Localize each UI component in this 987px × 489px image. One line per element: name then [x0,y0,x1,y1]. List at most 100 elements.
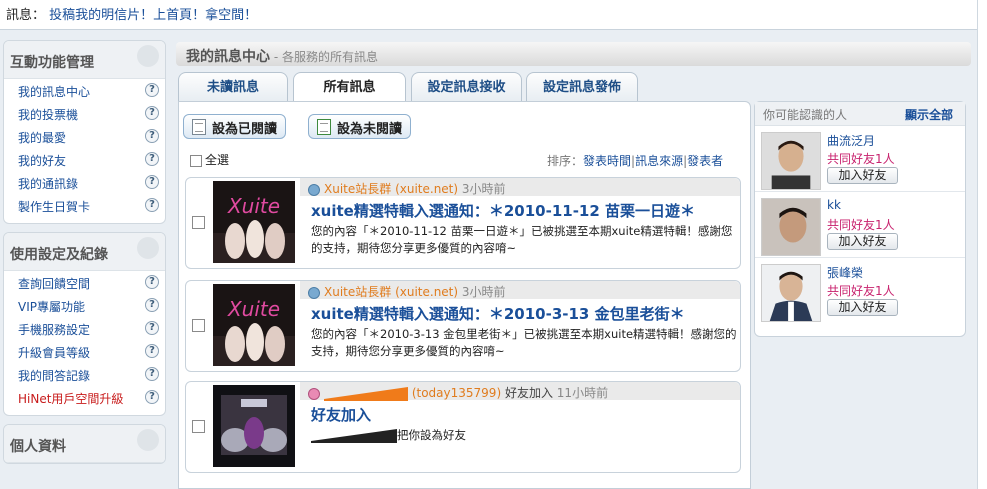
message-time: 3小時前 [461,285,506,299]
sidebar-section-title: 使用設定及紀錄 [4,233,165,271]
sidebar-link[interactable]: 我的好友 [18,154,66,168]
friend-suggestion: 曲流泛月 共同好友1人 加入好友 [755,126,965,192]
sidebar-item-qa-records[interactable]: 我的問答記錄? [4,363,165,386]
mutual-friends[interactable]: 共同好友1人 [827,216,895,233]
add-friend-button[interactable]: 加入好友 [827,299,898,316]
message-checkbox[interactable] [192,319,205,332]
help-icon[interactable]: ? [145,152,159,166]
sidebar-item-favorites[interactable]: 我的最愛? [4,125,165,148]
sidebar-link[interactable]: 我的問答記錄 [18,369,90,383]
sidebar-item-vip[interactable]: VIP專屬功能? [4,294,165,317]
message-time: 11小時前 [556,386,609,400]
sidebar: 互動功能管理 我的訊息中心? 我的投票機? 我的最愛? 我的好友? 我的通訊錄?… [0,40,168,472]
select-all-checkbox[interactable] [190,154,202,167]
sort-by-author[interactable]: 發表者 [687,154,723,168]
avatar[interactable] [761,198,821,256]
redacted-username [311,428,397,443]
add-friend-button[interactable]: 加入好友 [827,167,898,184]
friend-name[interactable]: 張峰榮 [827,264,863,281]
sidebar-item-feedback-space[interactable]: 查詢回饋空間? [4,271,165,294]
message-thumbnail[interactable]: Xuite [213,181,295,263]
message-time: 3小時前 [461,182,506,196]
help-icon[interactable]: ? [145,198,159,212]
sidebar-link[interactable]: 我的投票機 [18,108,78,122]
help-icon[interactable]: ? [145,321,159,335]
help-icon[interactable]: ? [145,367,159,381]
avatar[interactable] [761,264,821,322]
sidebar-item-upgrade[interactable]: 升級會員等級? [4,340,165,363]
sidebar-item-friends[interactable]: 我的好友? [4,148,165,171]
message-meta: Xuite站長群 (xuite.net) 3小時前 [300,178,740,196]
document-icon [317,119,331,135]
mutual-friends[interactable]: 共同好友1人 [827,282,895,299]
sidebar-item-birthday-card[interactable]: 製作生日賀卡? [4,194,165,217]
tab-receive-settings[interactable]: 設定訊息接收 [411,72,522,102]
message-source[interactable]: Xuite站長群 (xuite.net) [324,285,458,299]
sidebar-link[interactable]: 升級會員等級 [18,346,90,360]
section-knob-icon [137,45,159,67]
message-thumbnail[interactable] [213,385,295,467]
message-title[interactable]: xuite精選特輯入選通知：＊2010-11-12 苗栗一日遊＊ [311,200,695,221]
message-source[interactable]: (today135799) [412,386,501,400]
document-icon [192,119,206,135]
svg-text:Xuite: Xuite [227,194,280,218]
sidebar-link[interactable]: VIP專屬功能 [18,300,85,314]
mark-unread-button[interactable]: 設為未閱讀 [308,114,412,139]
suggest-header: 你可能認識的人 顯示全部 [755,102,965,126]
sidebar-link[interactable]: 我的通訊錄 [18,177,78,191]
sidebar-link[interactable]: HiNet用戶空間升級 [18,392,123,406]
help-icon[interactable]: ? [145,83,159,97]
sort-by-time[interactable]: 發表時間 [583,154,631,168]
tab-publish-settings[interactable]: 設定訊息發佈 [526,72,638,102]
sidebar-link[interactable]: 查詢回饋空間 [18,277,90,291]
message-link[interactable]: 投稿我的明信片！上首頁！拿空間！ [49,8,257,23]
sidebar-section-title: 個人資料 [4,425,165,463]
message-checkbox[interactable] [192,420,205,433]
help-icon[interactable]: ? [145,275,159,289]
sidebar-item-message-center[interactable]: 我的訊息中心? [4,79,165,102]
mutual-friends[interactable]: 共同好友1人 [827,150,895,167]
sidebar-link[interactable]: 我的訊息中心 [18,85,90,99]
suggest-title: 你可能認識的人 [763,108,848,122]
message-source[interactable]: Xuite站長群 (xuite.net) [324,182,458,196]
sort-by-source[interactable]: 訊息來源 [635,154,683,168]
message-item[interactable]: (today135799) 好友加入 11小時前 好友加入 把你設為好友 [185,381,741,473]
message-title[interactable]: 好友加入 [311,404,371,425]
sidebar-link[interactable]: 我的最愛 [18,131,66,145]
avatar[interactable] [761,132,821,190]
page-subtitle: - 各服務的所有訊息 [270,50,378,64]
help-icon[interactable]: ? [145,344,159,358]
page-title-text: 我的訊息中心 [186,49,270,65]
message-title[interactable]: xuite精選特輯入選通知：＊2010-3-13 金包里老街＊ [311,303,685,324]
friend-name[interactable]: 曲流泛月 [827,132,875,149]
sidebar-item-mobile[interactable]: 手機服務設定? [4,317,165,340]
add-friend-button[interactable]: 加入好友 [827,233,898,250]
message-label: 訊息： [6,8,46,23]
tab-all[interactable]: 所有訊息 [293,72,406,103]
select-all[interactable]: 全選 [190,151,229,168]
mark-read-button[interactable]: 設為已閱讀 [183,114,287,139]
redacted-username [324,386,408,401]
sidebar-link[interactable]: 手機服務設定 [18,323,90,337]
sidebar-item-vote[interactable]: 我的投票機? [4,102,165,125]
message-meta: Xuite站長群 (xuite.net) 3小時前 [300,281,740,299]
help-icon[interactable]: ? [145,175,159,189]
help-icon[interactable]: ? [145,390,159,404]
message-item[interactable]: Xuite Xuite站長群 (xuite.net) 3小時前 xuite精選特… [185,177,741,269]
message-body: 把你設為好友 [311,427,739,444]
sidebar-link[interactable]: 製作生日賀卡 [18,200,90,214]
message-checkbox[interactable] [192,216,205,229]
help-icon[interactable]: ? [145,129,159,143]
sidebar-item-hinet-upgrade[interactable]: HiNet用戶空間升級? [4,386,165,409]
select-all-label: 全選 [205,153,230,167]
help-icon[interactable]: ? [145,106,159,120]
tab-unread[interactable]: 未讀訊息 [178,72,288,102]
message-item[interactable]: Xuite Xuite站長群 (xuite.net) 3小時前 xuite精選特… [185,280,741,372]
people-you-may-know: 你可能認識的人 顯示全部 曲流泛月 共同好友1人 加入好友 kk 共同好友1人 加… [754,101,966,337]
sidebar-item-contacts[interactable]: 我的通訊錄? [4,171,165,194]
help-icon[interactable]: ? [145,298,159,312]
show-all-link[interactable]: 顯示全部 [905,106,953,123]
page-title: 我的訊息中心 - 各服務的所有訊息 [176,42,971,66]
message-thumbnail[interactable]: Xuite [213,284,295,366]
friend-name[interactable]: kk [827,198,841,212]
